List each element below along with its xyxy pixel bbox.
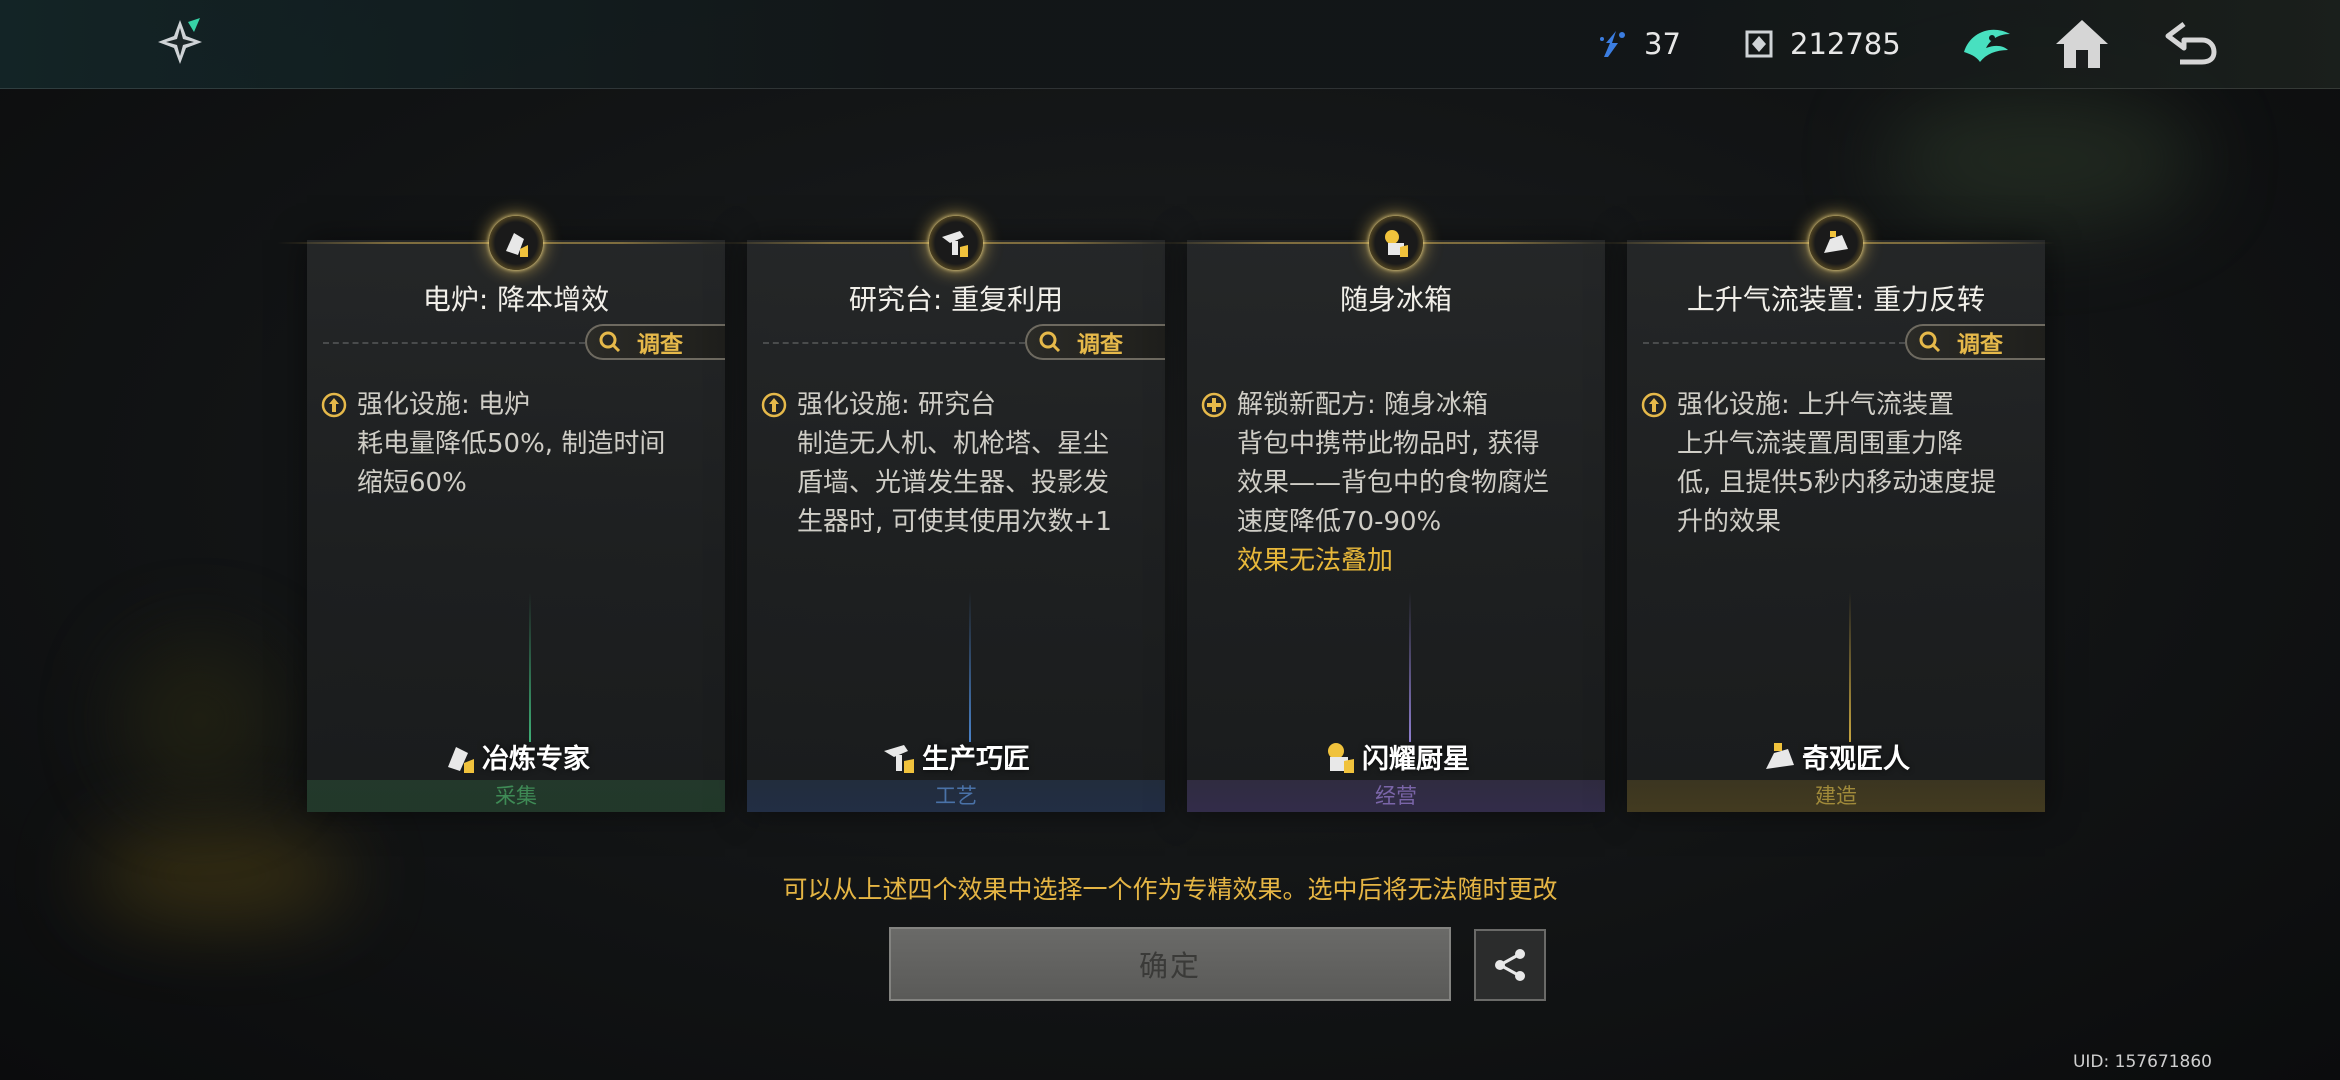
currency-resource: 212785 bbox=[1742, 22, 1901, 66]
investigate-label: 调查 bbox=[1077, 332, 1123, 358]
card-medal bbox=[929, 216, 983, 270]
card-category: 采集 bbox=[307, 780, 725, 812]
desc-line: 背包中携带此物品时, 获得 bbox=[1237, 429, 1540, 459]
builder-icon bbox=[1766, 742, 1794, 769]
crafter-icon bbox=[942, 231, 968, 257]
search-icon bbox=[1919, 331, 1941, 353]
background-blur bbox=[120, 640, 280, 800]
desc-line: 上升气流装置周围重力降 bbox=[1677, 429, 1964, 459]
effect-card-research-bench[interactable]: 研究台: 重复利用 调查 强化设施: 研究台 制造无人机、机枪塔、星尘 盾墙、光… bbox=[717, 216, 1175, 812]
share-icon bbox=[1495, 949, 1525, 981]
builder-icon bbox=[1824, 231, 1848, 253]
smelter-icon bbox=[448, 746, 474, 773]
desc-heading: 强化设施: 研究台 bbox=[797, 390, 997, 420]
desc-heading: 强化设施: 上升气流装置 bbox=[1677, 390, 1955, 420]
upgrade-icon bbox=[761, 392, 787, 418]
crafter-icon bbox=[884, 744, 914, 773]
desc-line: 效果——背包中的食物腐烂 bbox=[1237, 468, 1550, 498]
top-bar: 37 212785 bbox=[0, 0, 2340, 89]
card-medal bbox=[1369, 216, 1423, 270]
desc-heading: 强化设施: 电炉 bbox=[357, 390, 531, 420]
upgrade-icon bbox=[321, 392, 347, 418]
desc-line: 制造无人机、机枪塔、星尘 bbox=[797, 429, 1110, 459]
card-title: 研究台: 重复利用 bbox=[848, 283, 1064, 316]
specialist-name: 闪耀厨星 bbox=[1187, 737, 1605, 776]
desc-line: 生器时, 可使其使用次数+1 bbox=[797, 507, 1112, 537]
desc-line: 升的效果 bbox=[1677, 507, 1782, 537]
effect-card-portable-fridge[interactable]: 随身冰箱 解锁新配方: 随身冰箱 背包中携带此物品时, 获得 效果——背包中的食… bbox=[1157, 216, 1615, 812]
share-button[interactable] bbox=[1474, 929, 1546, 1001]
desc-heading: 解锁新配方: 随身冰箱 bbox=[1237, 390, 1489, 420]
investigate-button[interactable]: 调查 bbox=[1905, 324, 2045, 360]
light-beam bbox=[1409, 592, 1411, 742]
investigate-label: 调查 bbox=[637, 332, 683, 358]
investigate-label: 调查 bbox=[1957, 332, 2003, 358]
desc-warning: 效果无法叠加 bbox=[1237, 546, 1394, 576]
back-icon[interactable] bbox=[2162, 14, 2222, 74]
card-medal bbox=[1809, 216, 1863, 270]
card-category: 建造 bbox=[1627, 780, 2045, 812]
effect-card-electric-furnace[interactable]: 电炉: 降本增效 调查 强化设施: 电炉 耗电量降低50%, 制造时间 缩短60… bbox=[277, 216, 735, 812]
light-beam bbox=[969, 592, 971, 742]
card-divider bbox=[1643, 342, 1905, 344]
desc-line: 速度降低70-90% bbox=[1237, 507, 1442, 537]
upgrade-icon bbox=[1641, 392, 1667, 418]
card-medal bbox=[489, 216, 543, 270]
currency-value: 212785 bbox=[1790, 27, 1901, 61]
confirm-button[interactable]: 确定 bbox=[889, 927, 1451, 1001]
specialist-name: 奇观匠人 bbox=[1627, 737, 2045, 776]
unlock-recipe-icon bbox=[1201, 392, 1227, 418]
card-title: 随身冰箱 bbox=[1339, 283, 1452, 316]
smelter-icon bbox=[506, 233, 528, 257]
home-icon[interactable] bbox=[2052, 14, 2112, 74]
energy-value: 37 bbox=[1644, 27, 1681, 61]
investigate-button[interactable]: 调查 bbox=[585, 324, 725, 360]
specialist-name: 冶炼专家 bbox=[307, 737, 725, 776]
card-divider bbox=[323, 342, 585, 344]
currency-cube-icon bbox=[1745, 30, 1773, 58]
desc-line: 低, 且提供5秒内移动速度提 bbox=[1677, 468, 1997, 498]
desc-line: 缩短60% bbox=[357, 468, 467, 498]
energy-shard-icon bbox=[1600, 31, 1625, 57]
card-description: 强化设施: 上升气流装置 上升气流装置周围重力降 低, 且提供5秒内移动速度提 … bbox=[1641, 386, 2031, 542]
search-icon bbox=[599, 331, 621, 353]
light-beam bbox=[1849, 592, 1851, 742]
investigate-button[interactable]: 调查 bbox=[1025, 324, 1165, 360]
chef-icon bbox=[1385, 230, 1408, 257]
card-description: 强化设施: 研究台 制造无人机、机枪塔、星尘 盾墙、光谱发生器、投影发 生器时,… bbox=[761, 386, 1151, 542]
energy-resource: 37 bbox=[1596, 22, 1681, 66]
background-blur bbox=[1880, 90, 2200, 230]
card-title: 电炉: 降本增效 bbox=[422, 283, 610, 316]
selection-hint: 可以从上述四个效果中选择一个作为专精效果。选中后将无法随时更改 bbox=[782, 875, 1558, 904]
card-category: 经营 bbox=[1187, 780, 1605, 812]
card-description: 解锁新配方: 随身冰箱 背包中携带此物品时, 获得 效果——背包中的食物腐烂 速… bbox=[1201, 386, 1591, 581]
chef-icon bbox=[1328, 742, 1354, 773]
card-title: 上升气流装置: 重力反转 bbox=[1686, 283, 1986, 316]
effect-card-updraft-device[interactable]: 上升气流装置: 重力反转 调查 强化设施: 上升气流装置 上升气流装置周围重力降… bbox=[1597, 216, 2055, 812]
specialist-name: 生产巧匠 bbox=[747, 737, 1165, 776]
search-icon bbox=[1039, 331, 1061, 353]
card-category: 工艺 bbox=[747, 780, 1165, 812]
game-logo-icon[interactable] bbox=[152, 14, 208, 70]
user-id: UID: 157671860 bbox=[2072, 1052, 2212, 1072]
desc-line: 耗电量降低50%, 制造时间 bbox=[357, 429, 666, 459]
card-divider bbox=[763, 342, 1025, 344]
desc-line: 盾墙、光谱发生器、投影发 bbox=[797, 468, 1110, 498]
card-description: 强化设施: 电炉 耗电量降低50%, 制造时间 缩短60% bbox=[321, 386, 711, 503]
faction-emblem-icon[interactable] bbox=[1956, 14, 2016, 74]
light-beam bbox=[529, 592, 531, 742]
